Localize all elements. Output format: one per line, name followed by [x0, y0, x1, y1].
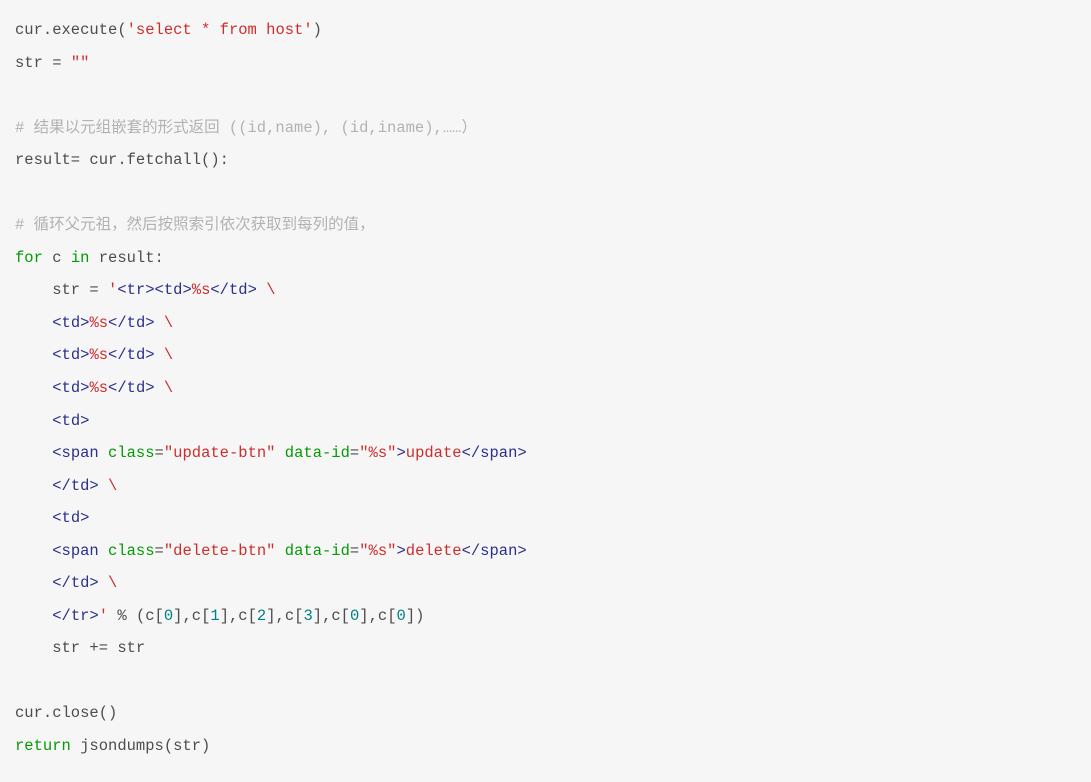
- code-line: <td>%s</td> \: [15, 314, 173, 332]
- code-line: <td>%s</td> \: [15, 346, 173, 364]
- code-line: <td>: [15, 509, 89, 527]
- code-line: str += str: [15, 639, 145, 657]
- code-line: for c in result:: [15, 249, 164, 267]
- code-line: # 循环父元祖，然后按照索引依次获取到每列的值，: [15, 216, 375, 234]
- code-line: return jsondumps(str): [15, 737, 210, 755]
- code-line: <td>%s</td> \: [15, 379, 173, 397]
- code-line: str = "": [15, 54, 89, 72]
- code-line: <td>: [15, 412, 89, 430]
- code-line: </td> \: [15, 574, 117, 592]
- code-line: </tr>' % (c[0],c[1],c[2],c[3],c[0],c[0]): [15, 607, 424, 625]
- code-block: cur.execute('select * from host') str = …: [0, 0, 1091, 777]
- code-line: <span class="delete-btn" data-id="%s">de…: [15, 542, 527, 560]
- code-line: # 结果以元组嵌套的形式返回 ((id,name), (id,iname),………: [15, 119, 477, 137]
- code-line: str = '<tr><td>%s</td> \: [15, 281, 276, 299]
- code-line: <span class="update-btn" data-id="%s">up…: [15, 444, 527, 462]
- code-line: </td> \: [15, 477, 117, 495]
- code-line: cur.execute('select * from host'): [15, 21, 322, 39]
- code-line: cur.close(): [15, 704, 117, 722]
- code-line: result= cur.fetchall():: [15, 151, 229, 169]
